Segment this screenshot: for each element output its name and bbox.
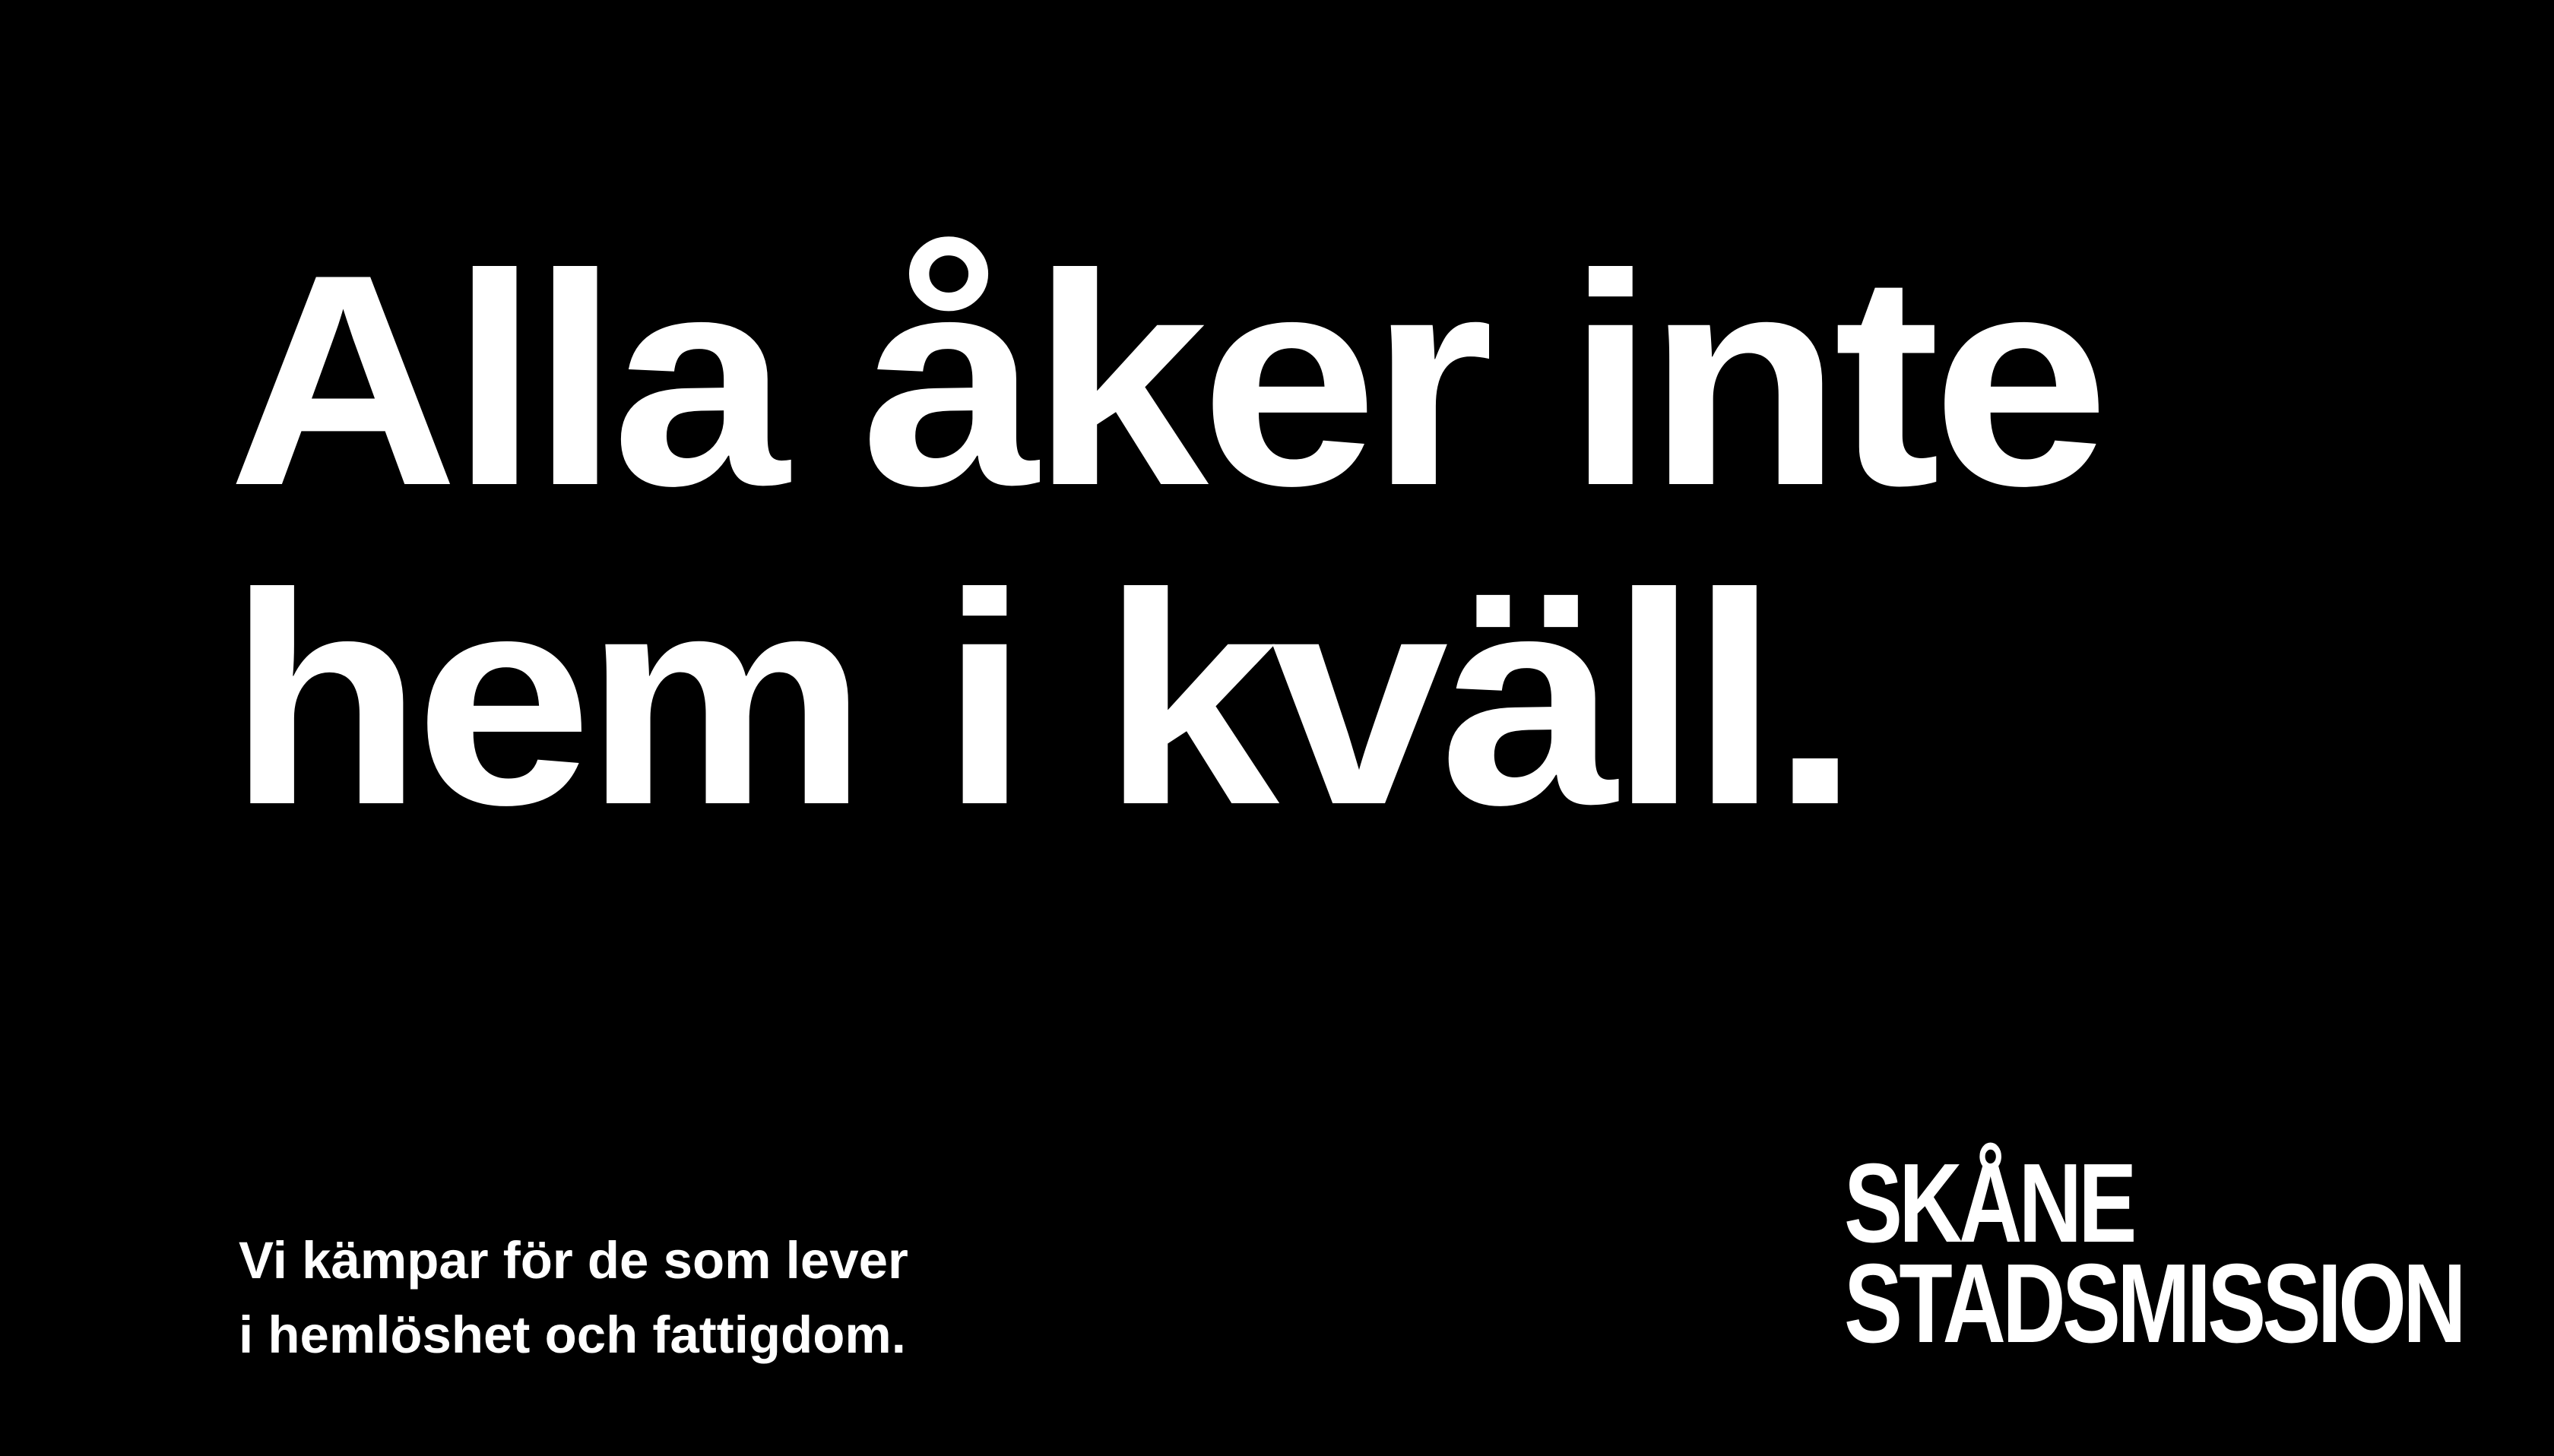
- tagline-line-1: Vi kämpar för de som lever: [239, 1231, 908, 1290]
- logo-line-2: STADSMISSION: [1844, 1241, 2467, 1366]
- logo-line-1: SKÅNE: [1844, 1141, 2137, 1266]
- skane-stadsmission-logo: SKÅNE STADSMISSION: [1844, 1141, 2467, 1366]
- headline-line-2: hem i kväll.: [228, 531, 1860, 867]
- tagline: Vi kämpar för de som lever i hemlöshet o…: [239, 1223, 908, 1372]
- ad-canvas: Alla åker inte hem i kväll. Vi kämpar fö…: [0, 0, 2554, 1456]
- headline: Alla åker inte hem i kväll.: [228, 212, 2109, 867]
- headline-line-1: Alla åker inte: [228, 212, 2109, 548]
- tagline-line-2: i hemlöshet och fattigdom.: [239, 1306, 906, 1364]
